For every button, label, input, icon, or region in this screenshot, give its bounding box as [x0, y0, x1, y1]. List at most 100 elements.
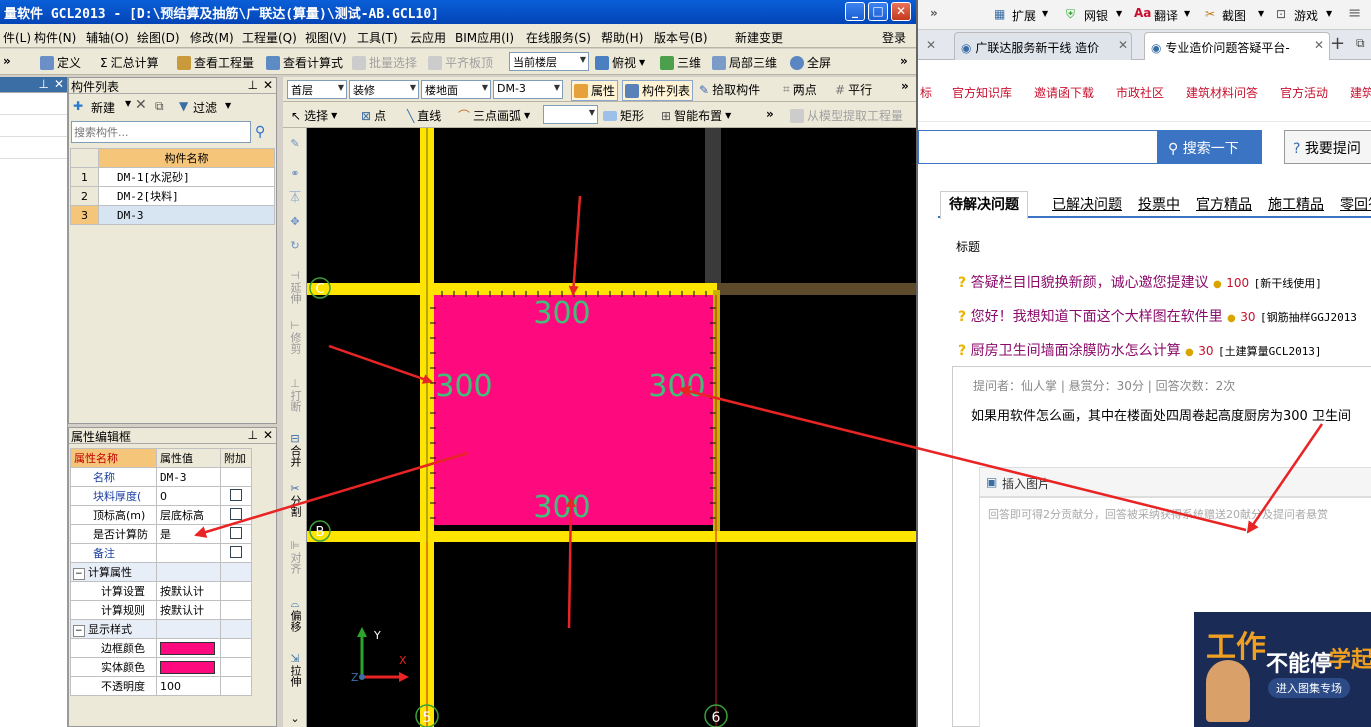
screenshot-button[interactable]: 截图: [1222, 7, 1246, 24]
component-select[interactable]: DM-3: [493, 80, 563, 99]
component-name-cell[interactable]: DM-2[块料]: [98, 186, 275, 206]
floor-plan[interactable]: C B 5 6 300 300 300 300 Y X Z: [307, 128, 916, 727]
property-group-row[interactable]: − 计算属性: [70, 562, 252, 582]
line-button[interactable]: ╲ 直线: [407, 107, 441, 124]
property-row[interactable]: 计算设置 按默认计: [70, 581, 252, 601]
minimize-button[interactable]: _: [845, 2, 865, 21]
question-title[interactable]: 答疑栏目旧貌换新颜，诚心邀您提建议: [971, 275, 1209, 291]
ask-question-button[interactable]: ? 我要提问: [1284, 130, 1371, 164]
new-component-button[interactable]: 新建: [91, 99, 115, 116]
mirror-icon[interactable]: ⏄: [285, 192, 305, 204]
stretch-tool[interactable]: ⇲ 拉伸: [285, 653, 305, 690]
menu-component[interactable]: 构件(N): [34, 29, 76, 46]
prop-value[interactable]: 100: [156, 676, 221, 696]
search-icon[interactable]: ⚲: [255, 124, 265, 140]
component-name-cell-selected[interactable]: DM-3: [98, 205, 275, 225]
border-color-swatch[interactable]: [160, 641, 215, 655]
3d-button[interactable]: 三维: [660, 54, 701, 71]
checkbox[interactable]: [230, 545, 242, 558]
delete-icon[interactable]: ✕: [135, 97, 147, 113]
define-button[interactable]: 定义: [40, 54, 81, 71]
tab-glodon-service[interactable]: ◉ 广联达服务新干线 造价: [954, 32, 1132, 60]
translate-button[interactable]: 翻译: [1154, 7, 1178, 24]
checkbox[interactable]: [230, 526, 242, 539]
toolbar-more-icon[interactable]: »: [766, 107, 774, 121]
component-name-cell[interactable]: DM-1[水泥砂]: [98, 167, 275, 187]
arc-button[interactable]: ⌒ 三点画弧 ▼: [458, 107, 530, 124]
chevron-down-icon[interactable]: ▼: [1042, 9, 1048, 18]
nav-link[interactable]: 标: [920, 84, 932, 101]
nav-link[interactable]: 官方活动: [1280, 84, 1328, 101]
menu-view[interactable]: 视图(V): [305, 29, 347, 46]
advertisement-banner[interactable]: 工作 不能停 学起来 进入图集专场: [1194, 612, 1371, 727]
align-slab-button[interactable]: 平齐板顶: [428, 54, 493, 71]
category-select[interactable]: 装修: [349, 80, 419, 99]
nav-link[interactable]: 官方知识库: [952, 84, 1012, 101]
prop-value[interactable]: [156, 638, 221, 658]
toolbar-more-icon[interactable]: »: [900, 54, 908, 68]
menu-version[interactable]: 版本号(B): [654, 29, 708, 46]
beam[interactable]: [717, 283, 916, 295]
view-formula-button[interactable]: 查看计算式: [266, 54, 343, 71]
checkbox[interactable]: [230, 488, 242, 501]
chevron-down-icon[interactable]: ▼: [1116, 9, 1122, 18]
tab-close-icon[interactable]: ✕: [1118, 38, 1128, 52]
property-group-row[interactable]: − 显示样式: [70, 619, 252, 639]
panel-close-icon[interactable]: ✕: [263, 78, 273, 92]
menu-new-change[interactable]: 新建变更: [735, 29, 783, 46]
chevron-down-icon[interactable]: ▼: [1258, 9, 1264, 18]
split-tool[interactable]: ✂ 分割: [285, 483, 305, 520]
local-3d-button[interactable]: 局部三维: [712, 54, 777, 71]
fullscreen-button[interactable]: 全屏: [790, 54, 831, 71]
view-quantity-button[interactable]: 查看工程量: [177, 54, 254, 71]
tab-close-icon[interactable]: ✕: [1314, 38, 1324, 52]
paint-icon[interactable]: ✎: [285, 138, 305, 150]
tab-close-icon[interactable]: ✕: [926, 38, 936, 52]
copy-icon[interactable]: ⧉: [155, 99, 164, 114]
nav-link[interactable]: 建筑材料问答: [1186, 84, 1258, 101]
property-row[interactable]: 实体颜色: [70, 657, 252, 677]
prop-value[interactable]: [156, 543, 221, 563]
nav-link[interactable]: 建筑: [1350, 84, 1371, 101]
module-row[interactable]: [0, 93, 67, 115]
menu-axis[interactable]: 辅轴(O): [86, 29, 129, 46]
chevron-down-icon[interactable]: ▼: [1184, 9, 1190, 18]
module-row[interactable]: [0, 115, 67, 137]
offset-tool[interactable]: ⌓ 偏移: [285, 598, 305, 635]
property-row[interactable]: 边框颜色: [70, 638, 252, 658]
checkbox[interactable]: [230, 507, 242, 520]
panel-close-icon[interactable]: ✕: [263, 428, 273, 442]
table-row[interactable]: 3 DM-3: [70, 205, 275, 225]
tab-construction[interactable]: 施工精品: [1268, 194, 1324, 214]
summary-calc-button[interactable]: Σ 汇总计算: [100, 54, 159, 71]
component-search-input[interactable]: [71, 121, 251, 143]
menu-bim[interactable]: BIM应用(I): [455, 29, 514, 46]
menu-modify[interactable]: 修改(M): [190, 29, 234, 46]
nav-link[interactable]: 邀请函下载: [1034, 84, 1094, 101]
toolbar-more-icon[interactable]: »: [901, 79, 909, 93]
list-item[interactable]: ? 厨房卫生间墙面涂膜防水怎么计算 ● 30 [土建算量GCL2013]: [958, 340, 1322, 360]
prop-value[interactable]: 层底标高: [156, 505, 221, 525]
tab-official[interactable]: 官方精品: [1196, 194, 1252, 214]
tab-voting[interactable]: 投票中: [1138, 194, 1180, 214]
break-tool[interactable]: ⊥ 打断: [285, 378, 305, 415]
tab-zero-answer[interactable]: 零回答: [1340, 194, 1371, 214]
trim-tool[interactable]: ⊢ 修剪: [285, 320, 305, 357]
toolbar-overflow-icon[interactable]: »: [930, 6, 938, 20]
module-row[interactable]: [0, 137, 67, 159]
parallel-button[interactable]: # 平行: [835, 81, 872, 98]
chevron-down-icon[interactable]: ▼: [125, 99, 131, 108]
ad-cta-button[interactable]: 进入图集专场: [1268, 678, 1350, 698]
extend-tool[interactable]: ⊣ 延伸: [285, 270, 305, 307]
menu-quantity[interactable]: 工程量(Q): [242, 29, 297, 46]
arc-option-select[interactable]: [543, 105, 598, 124]
attributes-button[interactable]: 属性: [571, 80, 619, 101]
table-row[interactable]: 1 DM-1[水泥砂]: [70, 167, 275, 187]
two-points-button[interactable]: ⌗ 两点: [783, 81, 817, 98]
property-row[interactable]: 备注: [70, 543, 252, 563]
prop-value[interactable]: [156, 657, 221, 677]
component-list-button[interactable]: 构件列表: [622, 80, 694, 101]
prop-value[interactable]: 是: [156, 524, 221, 544]
collapse-icon[interactable]: −: [73, 568, 85, 580]
rotate-icon[interactable]: ↻: [285, 240, 305, 252]
